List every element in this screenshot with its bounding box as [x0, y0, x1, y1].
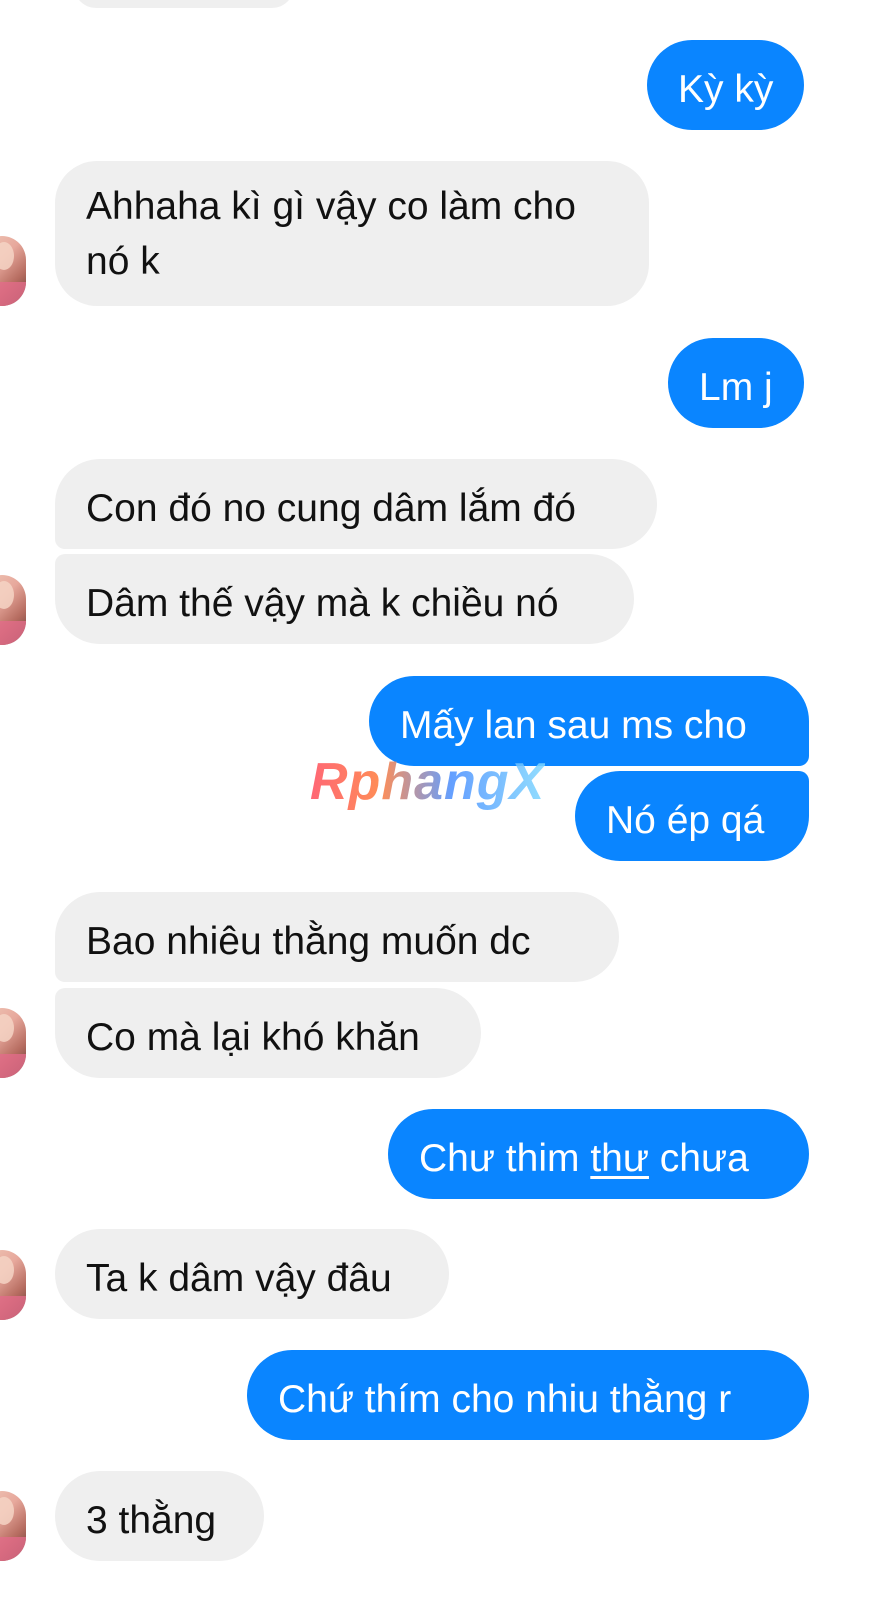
message-text-line: Ahhaha kì gì vậy co làm cho — [86, 185, 576, 228]
message-bubble-incoming[interactable]: Ahhaha kì gì vậy co làm cho nó k — [55, 161, 649, 306]
message-text: Nó ép qá — [606, 799, 765, 842]
message-bubble-outgoing[interactable]: Mấy lan sau ms cho — [369, 676, 809, 766]
contact-avatar[interactable] — [0, 1008, 26, 1078]
message-text-line: nó k — [86, 240, 160, 283]
message-text: Ta k dâm vậy đâu — [86, 1257, 392, 1300]
message-text-part: Chư thim — [419, 1137, 591, 1180]
contact-avatar[interactable] — [0, 1491, 26, 1561]
message-text: Chứ thím cho nhiu thằng r — [278, 1378, 732, 1421]
contact-avatar[interactable] — [0, 575, 26, 645]
message-text: 3 thằng — [86, 1499, 217, 1542]
message-text: Lm j — [699, 366, 773, 409]
message-text: Mấy lan sau ms cho — [400, 704, 747, 747]
message-bubble-incoming[interactable]: Con đó no cung dâm lắm đó — [55, 459, 657, 549]
message-bubble-incoming[interactable]: Ta k dâm vậy đâu — [55, 1229, 449, 1319]
message-bubble-incoming[interactable]: Co mà lại khó khăn — [55, 988, 481, 1078]
message-text: Con đó no cung dâm lắm đó — [86, 487, 576, 530]
message-bubble-outgoing[interactable]: Lm j — [668, 338, 804, 428]
message-text: Co mà lại khó khăn — [86, 1016, 420, 1059]
contact-avatar[interactable] — [0, 236, 26, 306]
message-text: Dâm thế vậy mà k chiều nó — [86, 582, 559, 625]
message-bubble-incoming[interactable]: Dâm thế vậy mà k chiều nó — [55, 554, 634, 644]
message-bubble-outgoing[interactable]: Chư thim thư chưa — [388, 1109, 809, 1199]
message-text-part: chưa — [648, 1137, 749, 1180]
message-bubble-outgoing[interactable]: Kỳ kỳ — [647, 40, 805, 130]
message-bubble-outgoing[interactable]: Nó ép qá — [575, 771, 809, 861]
message-bubble-outgoing[interactable]: Chứ thím cho nhiu thằng r — [247, 1350, 809, 1440]
message-text-underlined: thư — [590, 1137, 649, 1180]
contact-avatar[interactable] — [0, 1250, 26, 1320]
message-text: Bao nhiêu thằng muốn dc — [86, 920, 531, 963]
message-bubble-incoming[interactable]: 3 thằng — [55, 1471, 264, 1561]
previous-message-bubble — [74, 0, 294, 8]
message-bubble-incoming[interactable]: Bao nhiêu thằng muốn dc — [55, 892, 619, 982]
message-text: Kỳ kỳ — [678, 68, 774, 111]
